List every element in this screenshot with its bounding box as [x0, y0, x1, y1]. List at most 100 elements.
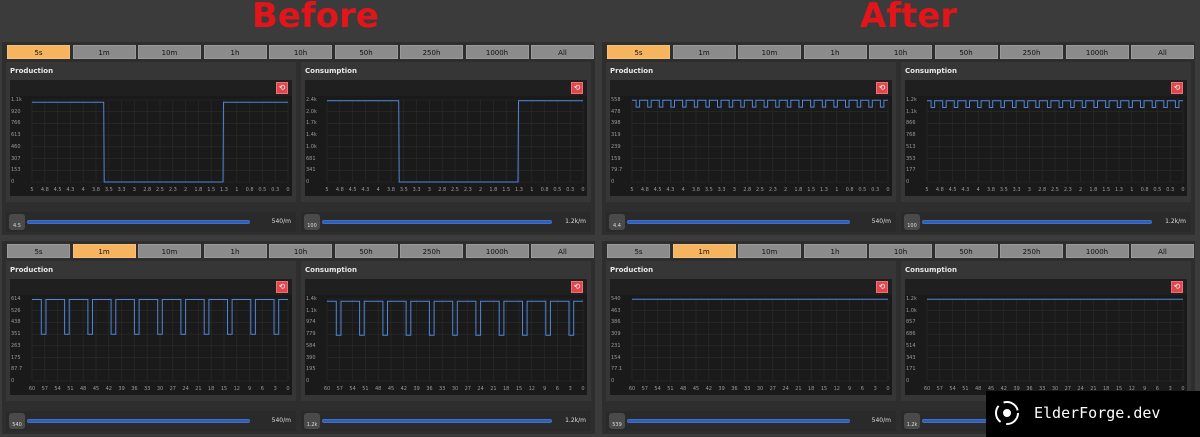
x-tick-label: 1 [530, 187, 534, 193]
tab-10m[interactable]: 10m [738, 45, 801, 59]
tab-10h[interactable]: 10h [269, 244, 332, 258]
tab-250h[interactable]: 250h [400, 244, 463, 258]
tab-1h[interactable]: 1h [203, 244, 267, 258]
x-tick-label: 1.5 [502, 187, 511, 193]
production-chart: Production ⟲ 558 478 398 319 239 159 79.7 0 5 4.8 4.… [606, 62, 896, 202]
consumption-chart: Consumption ⟲ 1.2k 1.1k 866 768 513 353 177 0 5 4.8… [901, 62, 1191, 202]
reset-zoom-button[interactable]: ⟲ [571, 281, 583, 293]
rate-value: 1.2k/m [1165, 218, 1186, 225]
tab-50h[interactable]: 50h [934, 45, 998, 59]
x-tick-label: 3.8 [692, 187, 700, 193]
x-tick-label: 1.8 [194, 187, 203, 193]
x-tick-label: 4.8 [640, 187, 649, 193]
reset-zoom-button[interactable]: ⟲ [876, 281, 888, 293]
x-tick-label: 4.5 [948, 187, 957, 193]
y-tick-label: 0 [11, 179, 15, 185]
chart-title: Consumption [905, 266, 957, 274]
chart-title: Consumption [305, 266, 357, 274]
tab-10m[interactable]: 10m [138, 45, 201, 59]
tab-250h[interactable]: 250h [1000, 45, 1063, 59]
y-tick-label: 386 [611, 319, 621, 326]
chart-header [305, 279, 587, 295]
tab-1h[interactable]: 1h [803, 244, 867, 258]
x-tick-label: 4.5 [348, 187, 357, 193]
tab-10h[interactable]: 10h [869, 45, 932, 59]
reset-zoom-button[interactable]: ⟲ [571, 82, 583, 94]
x-tick-label: 3 [568, 386, 572, 392]
tab-5s[interactable]: 5s [607, 45, 670, 59]
x-tick-label: 5 [30, 187, 34, 193]
x-tick-label: 21 [490, 386, 497, 392]
tab-50h[interactable]: 50h [334, 45, 398, 59]
tab-5s[interactable]: 5s [7, 45, 70, 59]
tab-5s[interactable]: 5s [7, 244, 70, 258]
tab-1h[interactable]: 1h [803, 45, 867, 59]
x-tick-label: 51 [67, 386, 74, 392]
y-tick-label: 1.0k [306, 143, 317, 150]
y-tick-label: 79.7 [611, 167, 623, 174]
tab-50h[interactable]: 50h [334, 244, 398, 258]
x-tick-label: 4.3 [66, 187, 75, 193]
chart-title: Production [10, 266, 54, 274]
reset-zoom-button[interactable]: ⟲ [1171, 82, 1183, 94]
y-tick-label: 309 [611, 331, 621, 338]
tab-All[interactable]: All [1131, 45, 1194, 59]
reset-zoom-button[interactable]: ⟲ [276, 281, 288, 293]
tab-10m[interactable]: 10m [738, 244, 801, 258]
x-tick-label: 57 [641, 386, 648, 392]
x-tick-label: 3.5 [104, 187, 113, 193]
tab-All[interactable]: All [1131, 244, 1194, 258]
reset-zoom-button[interactable]: ⟲ [276, 82, 288, 94]
tab-1m[interactable]: 1m [72, 244, 136, 258]
x-tick-label: 3 [273, 386, 277, 392]
tab-1000h[interactable]: 1000h [465, 45, 529, 59]
tab-1000h[interactable]: 1000h [1065, 244, 1129, 258]
y-tick-label: 1.7k [306, 120, 317, 127]
x-tick-label: 2 [479, 187, 483, 193]
tab-250h[interactable]: 250h [1000, 244, 1063, 258]
x-tick-label: 0.3 [871, 187, 880, 193]
tab-1h[interactable]: 1h [203, 45, 267, 59]
x-tick-label: 3 [873, 386, 877, 392]
x-tick-label: 3 [732, 187, 736, 193]
assembler-icon: 4.5 [9, 214, 25, 230]
x-tick-label: 1.3 [1115, 187, 1123, 193]
tab-5s[interactable]: 5s [607, 244, 670, 258]
x-tick-label: 3.3 [717, 187, 726, 193]
rate-progress-bar [922, 220, 1153, 224]
x-tick-label: 30 [156, 386, 164, 392]
tab-All[interactable]: All [531, 244, 594, 258]
y-tick-label: 681 [306, 155, 316, 162]
tab-10h[interactable]: 10h [269, 45, 332, 59]
chart-header [905, 80, 1187, 96]
x-tick-label: 1.5 [1102, 187, 1111, 193]
x-tick-label: 54 [349, 386, 356, 392]
tab-All[interactable]: All [531, 45, 594, 59]
y-tick-label: 1.0k [906, 307, 917, 314]
tab-1000h[interactable]: 1000h [1065, 45, 1129, 59]
y-tick-label: 177 [906, 167, 916, 174]
y-tick-label: 1.2k [906, 296, 917, 302]
tab-10h[interactable]: 10h [869, 244, 932, 258]
tab-1m[interactable]: 1m [72, 45, 136, 59]
tab-1m[interactable]: 1m [672, 45, 736, 59]
y-tick-label: 514 [906, 342, 916, 349]
reset-zoom-button[interactable]: ⟲ [1171, 281, 1183, 293]
x-tick-label: 0.8 [1140, 187, 1149, 193]
line-chart [926, 99, 1184, 183]
tab-10m[interactable]: 10m [138, 244, 201, 258]
rate-value: 540/m [271, 218, 291, 225]
tab-250h[interactable]: 250h [400, 45, 463, 59]
x-tick-label: 15 [820, 386, 828, 392]
tab-1m[interactable]: 1m [672, 244, 736, 258]
x-tick-label: 2.5 [1051, 187, 1059, 193]
reset-zoom-button[interactable]: ⟲ [876, 82, 888, 94]
x-tick-label: 3.8 [92, 187, 100, 193]
rate-value: 540/m [871, 417, 891, 424]
tab-1000h[interactable]: 1000h [465, 244, 529, 258]
y-tick-label: 351 [11, 331, 21, 338]
y-tick-label: 1.1k [306, 307, 317, 314]
y-tick-label: 153 [11, 167, 21, 174]
x-tick-label: 51 [962, 386, 969, 392]
tab-50h[interactable]: 50h [934, 244, 998, 258]
